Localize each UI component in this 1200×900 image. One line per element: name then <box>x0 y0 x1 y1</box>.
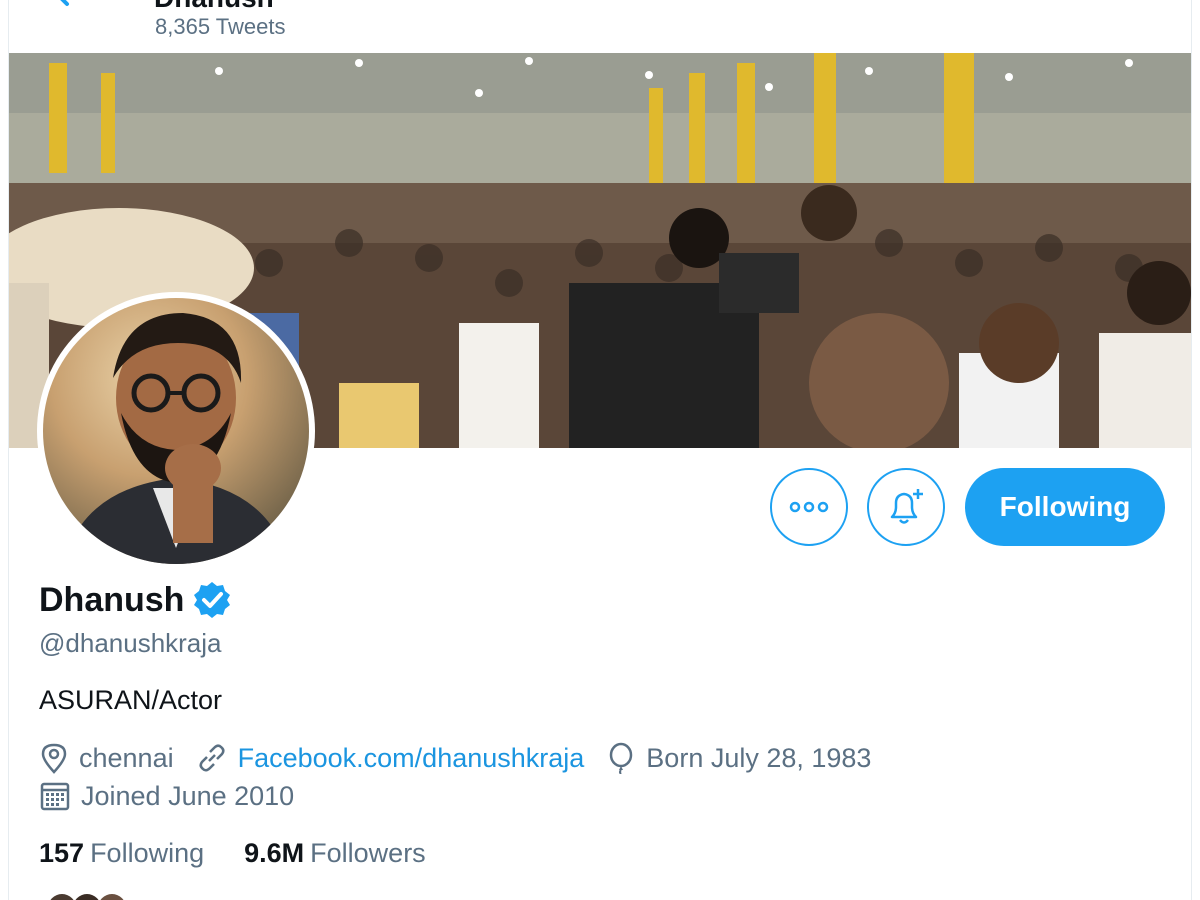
joined-item: Joined June 2010 <box>39 780 294 812</box>
profile-page: Dhanush 8,365 Tweets <box>8 0 1192 900</box>
user-bio: ASURAN/Actor <box>39 685 223 715</box>
following-stat[interactable]: 157 Following <box>39 838 204 869</box>
following-label: Following <box>90 838 205 868</box>
avatar-image <box>43 298 309 564</box>
notifications-button[interactable] <box>867 468 945 546</box>
display-name: Dhanush <box>39 580 185 619</box>
follow-stats: 157 Following 9.6M Followers <box>39 838 466 869</box>
location-icon <box>41 743 67 774</box>
followers-count: 9.6M <box>244 838 305 868</box>
following-button[interactable]: Following <box>965 468 1165 546</box>
location-text: chennai <box>79 742 174 773</box>
name-row: Dhanush <box>39 580 232 620</box>
website-item[interactable]: Facebook.com/dhanushkraja <box>196 742 585 774</box>
followers-label: Followers <box>310 838 426 868</box>
calendar-icon <box>40 782 70 811</box>
following-count: 157 <box>39 838 85 868</box>
birthday-item: Born July 28, 1983 <box>606 742 871 774</box>
header-display-name: Dhanush <box>154 0 274 14</box>
followed-by-avatars <box>50 894 124 900</box>
link-icon <box>199 744 225 772</box>
joined-row: Joined June 2010 <box>39 780 316 812</box>
profile-meta: chennai Facebook.com/dhanushkraja Born J… <box>39 742 893 774</box>
birthday-text: Born July 28, 1983 <box>646 742 872 773</box>
followers-stat[interactable]: 9.6M Followers <box>244 838 426 869</box>
bell-plus-icon <box>890 489 923 524</box>
verified-icon <box>194 582 231 618</box>
more-options-button[interactable] <box>770 468 848 546</box>
website-link[interactable]: Facebook.com/dhanushkraja <box>238 743 585 774</box>
back-arrow-icon[interactable] <box>49 0 89 16</box>
location-item: chennai <box>39 742 174 774</box>
profile-header: Dhanush 8,365 Tweets <box>9 0 1191 52</box>
joined-text: Joined June 2010 <box>81 780 295 811</box>
more-icon <box>789 501 829 513</box>
user-handle: @dhanushkraja <box>39 628 222 658</box>
balloon-icon <box>610 742 633 774</box>
profile-avatar[interactable] <box>37 292 315 570</box>
tweet-count: 8,365 Tweets <box>155 14 286 39</box>
